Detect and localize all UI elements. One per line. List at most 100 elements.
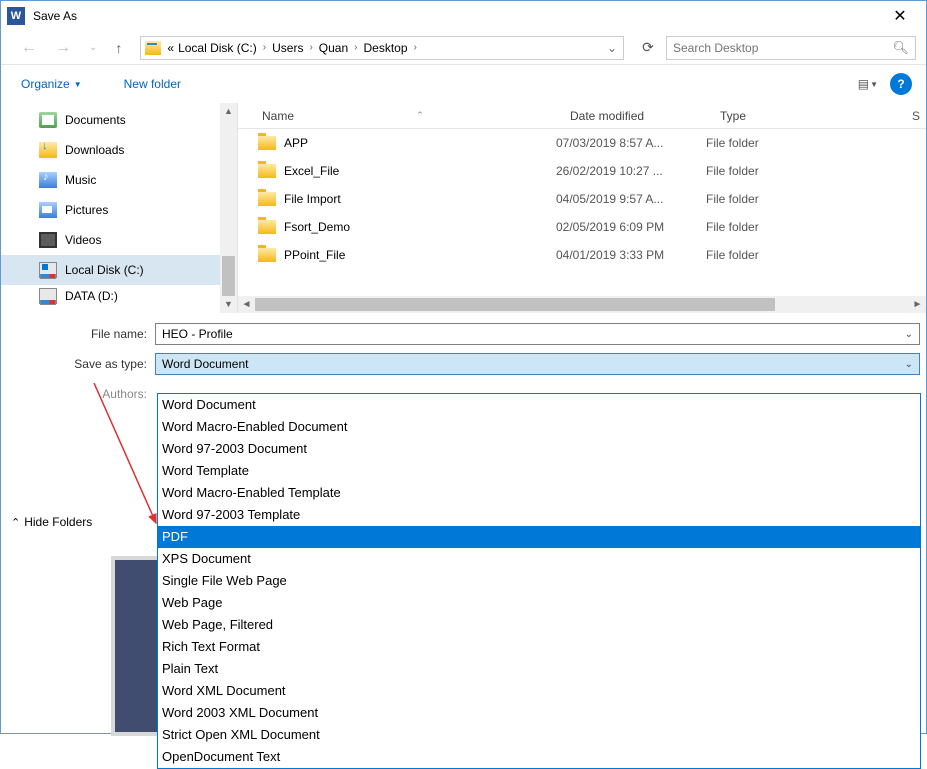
- type-option[interactable]: Single File Web Page: [158, 570, 920, 592]
- file-type: File folder: [706, 220, 759, 234]
- tree-item-label: Pictures: [65, 203, 108, 217]
- type-option[interactable]: Word 2003 XML Document: [158, 702, 920, 724]
- file-name: Excel_File: [284, 164, 556, 178]
- search-icon[interactable]: 🔍︎: [892, 40, 909, 56]
- type-option[interactable]: Web Page: [158, 592, 920, 614]
- content-area: Documents Downloads Music Pictures Videos Loc…: [1, 103, 926, 313]
- file-type: File folder: [706, 248, 759, 262]
- type-option[interactable]: Word 97-2003 Document: [158, 438, 920, 460]
- title-bar: W Save As ✕: [1, 1, 926, 31]
- chevron-right-icon: ›: [305, 42, 316, 53]
- docs-icon: [39, 112, 57, 128]
- breadcrumb-part[interactable]: Users: [270, 41, 305, 55]
- type-option[interactable]: Web Page, Filtered: [158, 614, 920, 636]
- file-name: PPoint_File: [284, 248, 556, 262]
- scroll-left-icon[interactable]: ◄: [238, 296, 255, 313]
- recent-dropdown-icon[interactable]: ⌄: [83, 40, 103, 55]
- breadcrumb-prefix: «: [165, 41, 176, 55]
- tree-scrollbar[interactable]: ▲ ▼: [220, 103, 237, 313]
- saveastype-options-list[interactable]: Word DocumentWord Macro-Enabled Document…: [157, 393, 921, 769]
- type-option[interactable]: Word Document: [158, 394, 920, 416]
- type-option[interactable]: Word Macro-Enabled Template: [158, 482, 920, 504]
- saveastype-label: Save as type:: [1, 357, 155, 371]
- chevron-down-icon[interactable]: ⌄: [905, 359, 913, 370]
- file-row[interactable]: Fsort_Demo02/05/2019 6:09 PMFile folder: [238, 213, 926, 241]
- scroll-thumb[interactable]: [255, 298, 775, 311]
- chevron-right-icon: ›: [410, 42, 421, 53]
- scroll-thumb[interactable]: [222, 256, 235, 296]
- file-row[interactable]: PPoint_File04/01/2019 3:33 PMFile folder: [238, 241, 926, 269]
- file-date: 26/02/2019 10:27 ...: [556, 164, 706, 178]
- scroll-down-icon[interactable]: ▼: [220, 296, 237, 313]
- filename-label: File name:: [1, 327, 155, 341]
- folder-icon: [258, 164, 276, 178]
- tree-item-music[interactable]: Music: [1, 165, 237, 195]
- scroll-right-icon[interactable]: ►: [909, 296, 926, 313]
- file-hscrollbar[interactable]: ◄ ►: [238, 296, 926, 313]
- tree-item-label: Downloads: [65, 143, 124, 157]
- chevron-down-icon[interactable]: ⌄: [905, 329, 913, 340]
- chevron-down-icon: ▼: [870, 80, 878, 89]
- tree-item-downloads[interactable]: Downloads: [1, 135, 237, 165]
- breadcrumb-part[interactable]: Local Disk (C:): [176, 41, 259, 55]
- close-button[interactable]: ✕: [880, 6, 920, 26]
- type-option[interactable]: OpenDocument Text: [158, 746, 920, 768]
- breadcrumb[interactable]: « Local Disk (C:) › Users › Quan › Deskt…: [140, 36, 624, 60]
- filename-input[interactable]: HEO - Profile ⌄: [155, 323, 920, 345]
- search-input[interactable]: [673, 41, 892, 55]
- file-row[interactable]: File Import04/05/2019 9:57 A...File fold…: [238, 185, 926, 213]
- saveastype-dropdown[interactable]: Word Document ⌄: [155, 353, 920, 375]
- type-option[interactable]: XPS Document: [158, 548, 920, 570]
- tree-item-data-d-[interactable]: DATA (D:): [1, 285, 237, 307]
- type-option[interactable]: Strict Open XML Document: [158, 724, 920, 746]
- column-size[interactable]: S: [906, 109, 926, 123]
- music-icon: [39, 172, 57, 188]
- file-type: File folder: [706, 164, 759, 178]
- forward-button[interactable]: →: [49, 37, 77, 59]
- column-headers: Name ⌃ Date modified Type S: [238, 103, 926, 129]
- column-name[interactable]: Name ⌃: [238, 109, 558, 123]
- type-option[interactable]: Rich Text Format: [158, 636, 920, 658]
- sort-asc-icon: ⌃: [416, 110, 424, 121]
- toolbar: Organize ▼ New folder ▤ ▼ ?: [1, 65, 926, 103]
- tree-item-pictures[interactable]: Pictures: [1, 195, 237, 225]
- path-dropdown-icon[interactable]: ⌄: [605, 41, 619, 55]
- type-option[interactable]: PDF: [158, 526, 920, 548]
- type-option[interactable]: Word 97-2003 Template: [158, 504, 920, 526]
- back-button[interactable]: ←: [15, 37, 43, 59]
- tree-item-documents[interactable]: Documents: [1, 105, 237, 135]
- tree-item-local-disk-c-[interactable]: Local Disk (C:): [1, 255, 237, 285]
- type-option[interactable]: Word XML Document: [158, 680, 920, 702]
- file-date: 02/05/2019 6:09 PM: [556, 220, 706, 234]
- dl-icon: [39, 142, 57, 158]
- hide-folders-button[interactable]: ⌃ Hide Folders: [11, 515, 92, 529]
- breadcrumb-part[interactable]: Desktop: [362, 41, 410, 55]
- column-type[interactable]: Type: [708, 109, 906, 123]
- type-option[interactable]: Word Macro-Enabled Document: [158, 416, 920, 438]
- view-mode-button[interactable]: ▤ ▼: [858, 77, 878, 91]
- file-row[interactable]: Excel_File26/02/2019 10:27 ...File folde…: [238, 157, 926, 185]
- vids-icon: [39, 232, 57, 248]
- chevron-right-icon: ›: [259, 42, 270, 53]
- folder-icon: [258, 192, 276, 206]
- breadcrumb-part[interactable]: Quan: [317, 41, 350, 55]
- up-button[interactable]: ↑: [109, 38, 128, 58]
- tree-item-videos[interactable]: Videos: [1, 225, 237, 255]
- refresh-button[interactable]: ⟳: [636, 39, 660, 56]
- file-list-pane: Name ⌃ Date modified Type S APP07/03/201…: [237, 103, 926, 313]
- type-option[interactable]: Word Template: [158, 460, 920, 482]
- new-folder-button[interactable]: New folder: [118, 73, 187, 95]
- organize-button[interactable]: Organize ▼: [15, 73, 88, 95]
- search-box[interactable]: 🔍︎: [666, 36, 916, 60]
- type-option[interactable]: Plain Text: [158, 658, 920, 680]
- folder-icon: [258, 248, 276, 262]
- tree-item-label: DATA (D:): [65, 289, 118, 303]
- help-button[interactable]: ?: [890, 73, 912, 95]
- tree-item-label: Videos: [65, 233, 101, 247]
- tree-item-label: Music: [65, 173, 96, 187]
- scroll-up-icon[interactable]: ▲: [220, 103, 237, 120]
- drive-icon: [145, 41, 161, 55]
- word-app-icon: W: [7, 7, 25, 25]
- file-row[interactable]: APP07/03/2019 8:57 A...File folder: [238, 129, 926, 157]
- column-date[interactable]: Date modified: [558, 109, 708, 123]
